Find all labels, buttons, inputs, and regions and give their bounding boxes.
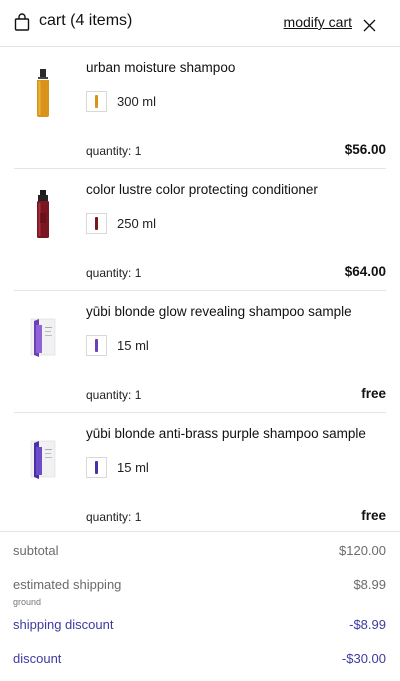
- summary-divider: [0, 531, 400, 532]
- item-quantity: quantity: 1: [86, 510, 142, 524]
- cart-item: yūbi blonde glow revealing shampoo sampl…: [0, 291, 400, 413]
- item-price: $64.00: [344, 264, 386, 279]
- modify-cart-link[interactable]: modify cart: [284, 14, 352, 30]
- item-price: free: [361, 386, 386, 401]
- variant-swatch: [86, 335, 107, 356]
- swatch-color: [95, 461, 98, 474]
- swatch-color: [95, 339, 98, 352]
- shipping-discount-value: -$8.99: [349, 617, 386, 632]
- cart-item: color lustre color protecting conditione…: [0, 169, 400, 291]
- item-size: 15 ml: [117, 460, 149, 475]
- shipping-method: ground: [13, 597, 42, 607]
- discount-value: -$30.00: [341, 651, 386, 666]
- close-icon[interactable]: [363, 19, 376, 32]
- item-quantity: quantity: 1: [86, 388, 142, 402]
- item-name[interactable]: urban moisture shampoo: [86, 60, 235, 75]
- product-image: [30, 318, 56, 357]
- subtotal-label: subtotal: [13, 543, 59, 558]
- cart-item: urban moisture shampoo 300 ml quantity: …: [0, 47, 400, 169]
- cart-header: cart (4 items) modify cart: [0, 0, 400, 46]
- item-name[interactable]: yūbi blonde glow revealing shampoo sampl…: [86, 304, 352, 319]
- variant-swatch: [86, 213, 107, 234]
- shopping-bag-icon: [14, 13, 30, 31]
- product-image: [30, 440, 56, 479]
- variant-swatch: [86, 457, 107, 478]
- item-price: free: [361, 508, 386, 523]
- discount-label: discount: [13, 651, 62, 666]
- swatch-color: [95, 95, 98, 108]
- shipping-value: $8.99: [353, 577, 386, 592]
- product-image: [37, 190, 49, 238]
- item-name[interactable]: color lustre color protecting conditione…: [86, 182, 318, 197]
- variant-swatch: [86, 91, 107, 112]
- shipping-discount-label: shipping discount: [13, 617, 114, 632]
- item-size: 250 ml: [117, 216, 157, 231]
- product-image: [37, 69, 49, 117]
- item-price: $56.00: [344, 142, 386, 157]
- item-name[interactable]: yūbi blonde anti-brass purple shampoo sa…: [86, 426, 366, 441]
- cart-title: cart (4 items): [39, 12, 133, 29]
- item-quantity: quantity: 1: [86, 144, 142, 158]
- item-size: 300 ml: [117, 94, 157, 109]
- item-size: 15 ml: [117, 338, 149, 353]
- shipping-label: estimated shipping: [13, 577, 122, 592]
- swatch-color: [95, 217, 98, 230]
- cart-item: yūbi blonde anti-brass purple shampoo sa…: [0, 413, 400, 535]
- item-quantity: quantity: 1: [86, 266, 142, 280]
- subtotal-value: $120.00: [339, 543, 386, 558]
